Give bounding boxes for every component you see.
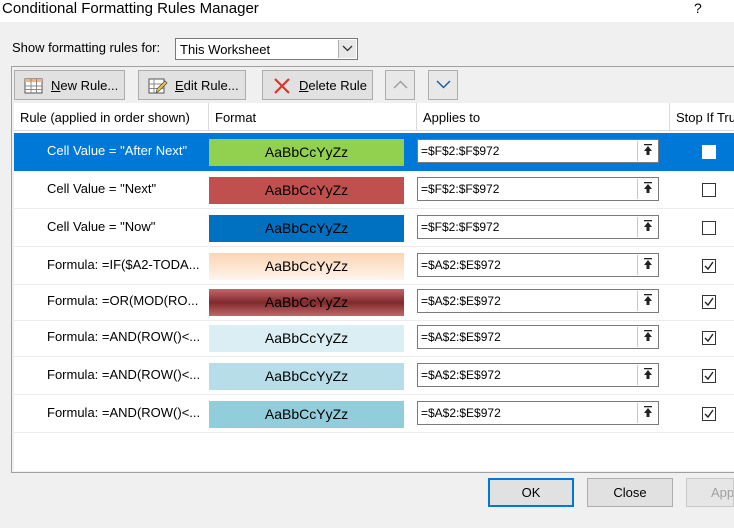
stop-if-true-checkbox[interactable] (702, 295, 716, 309)
checkmark-icon (704, 371, 714, 381)
applies-to-field[interactable]: =$A$2:$E$972 (417, 253, 659, 277)
applies-to-value: =$A$2:$E$972 (421, 368, 501, 382)
rule-description: Formula: =AND(ROW()<... (47, 329, 201, 344)
applies-to-field[interactable]: =$A$2:$E$972 (417, 289, 659, 313)
range-collapse-button[interactable] (637, 141, 657, 161)
chevron-up-icon (393, 80, 408, 89)
stop-if-true-checkbox[interactable] (702, 221, 716, 235)
collapse-dialog-icon (644, 182, 652, 193)
stop-if-true-checkbox[interactable] (702, 331, 716, 345)
chevron-down-icon (436, 80, 451, 89)
applies-to-field[interactable]: =$A$2:$E$972 (417, 401, 659, 425)
collapse-dialog-icon (644, 368, 652, 379)
column-header-stop-if-true[interactable]: Stop If True (670, 103, 734, 130)
collapse-dialog-icon (644, 220, 652, 231)
column-header-applies-to[interactable]: Applies to (417, 103, 670, 130)
rule-description: Formula: =IF($A2-TODA... (47, 257, 200, 272)
move-up-button[interactable] (385, 70, 415, 100)
collapse-dialog-icon (644, 330, 652, 341)
ok-button[interactable]: OK (488, 478, 574, 507)
collapse-dialog-icon (644, 406, 652, 417)
apply-button[interactable]: Apply (686, 478, 734, 507)
rule-description: Formula: =OR(MOD(RO... (47, 293, 199, 308)
range-collapse-button[interactable] (637, 291, 657, 311)
format-preview: AaBbCcYyZz (209, 325, 404, 352)
stop-if-true-checkbox[interactable] (702, 259, 716, 273)
checkmark-icon (704, 333, 714, 343)
stop-if-true-checkbox[interactable] (702, 145, 716, 159)
applies-to-value: =$A$2:$E$972 (421, 406, 501, 420)
stop-if-true-checkbox[interactable] (702, 407, 716, 421)
applies-to-field[interactable]: =$F$2:$F$972 (417, 215, 659, 239)
rule-row[interactable]: Formula: =AND(ROW()<... AaBbCcYyZz =$A$2:$… (14, 395, 734, 433)
move-down-button[interactable] (428, 70, 458, 100)
title-bar: Conditional Formatting Rules Manager ? (0, 0, 734, 22)
rule-row[interactable]: Formula: =AND(ROW()<... AaBbCcYyZz =$A$2:$… (14, 319, 734, 357)
checkmark-icon (704, 409, 714, 419)
applies-to-field[interactable]: =$F$2:$F$972 (417, 139, 659, 163)
collapse-dialog-icon (644, 294, 652, 305)
new-rule-label: New Rule... (51, 78, 119, 93)
range-collapse-button[interactable] (637, 217, 657, 237)
stop-if-true-checkbox[interactable] (702, 369, 716, 383)
format-preview: AaBbCcYyZz (209, 363, 404, 390)
help-button[interactable]: ? (694, 0, 702, 16)
format-preview: AaBbCcYyZz (209, 139, 404, 166)
applies-to-value: =$F$2:$F$972 (421, 144, 500, 158)
format-preview: AaBbCcYyZz (209, 289, 404, 316)
show-rules-value: This Worksheet (180, 42, 271, 57)
applies-to-value: =$F$2:$F$972 (421, 220, 500, 234)
applies-to-value: =$F$2:$F$972 (421, 182, 500, 196)
collapse-dialog-icon (644, 144, 652, 155)
format-preview: AaBbCcYyZz (209, 177, 404, 204)
edit-rule-button[interactable]: Edit Rule... (138, 70, 246, 100)
rule-description: Formula: =AND(ROW()<... (47, 367, 201, 382)
window-title: Conditional Formatting Rules Manager (2, 0, 259, 17)
rules-grid: Rule (applied in order shown) Format App… (14, 103, 734, 471)
show-rules-dropdown[interactable]: This Worksheet (175, 38, 358, 60)
delete-x-icon (274, 78, 290, 94)
dropdown-arrow-button[interactable] (338, 40, 356, 58)
stop-if-true-checkbox[interactable] (702, 183, 716, 197)
range-collapse-button[interactable] (637, 365, 657, 385)
rule-row[interactable]: Cell Value = "Next" AaBbCcYyZz =$F$2:$F$97… (14, 171, 734, 209)
delete-rule-button[interactable]: Delete Rule (262, 70, 373, 100)
close-button[interactable]: Close (587, 478, 673, 507)
rule-description: Cell Value = "Next" (47, 181, 157, 196)
applies-to-value: =$A$2:$E$972 (421, 294, 501, 308)
rule-row[interactable]: Formula: =IF($A2-TODA... AaBbCcYyZz =$A$2:… (14, 247, 734, 285)
edit-rule-label: Edit Rule... (175, 78, 239, 93)
range-collapse-button[interactable] (637, 403, 657, 423)
checkmark-icon (704, 297, 714, 307)
show-rules-label: Show formatting rules for: (12, 40, 161, 55)
column-header-format[interactable]: Format (209, 103, 417, 130)
new-rule-icon (24, 78, 43, 94)
rule-row[interactable]: Formula: =AND(ROW()<... AaBbCcYyZz =$A$2:$… (14, 357, 734, 395)
rule-description: Formula: =AND(ROW()<... (47, 405, 201, 420)
delete-rule-label: Delete Rule (299, 78, 367, 93)
format-preview: AaBbCcYyZz (209, 253, 404, 280)
range-collapse-button[interactable] (637, 179, 657, 199)
applies-to-field[interactable]: =$F$2:$F$972 (417, 177, 659, 201)
applies-to-field[interactable]: =$A$2:$E$972 (417, 325, 659, 349)
rule-description: Cell Value = "After Next" (47, 143, 188, 158)
checkmark-icon (704, 261, 714, 271)
rule-row[interactable]: Formula: =OR(MOD(RO... AaBbCcYyZz =$A$2:$E… (14, 283, 734, 321)
column-header-rule[interactable]: Rule (applied in order shown) (14, 103, 209, 130)
rule-description: Cell Value = "Now" (47, 219, 156, 234)
applies-to-field[interactable]: =$A$2:$E$972 (417, 363, 659, 387)
grid-header: Rule (applied in order shown) Format App… (14, 103, 734, 131)
format-preview: AaBbCcYyZz (209, 215, 404, 242)
range-collapse-button[interactable] (637, 327, 657, 347)
chevron-down-icon (342, 45, 353, 52)
new-rule-button[interactable]: New Rule... (14, 70, 125, 100)
range-collapse-button[interactable] (637, 255, 657, 275)
edit-rule-icon (148, 78, 168, 94)
rule-row[interactable]: Cell Value = "After Next" AaBbCcYyZz =$F$2… (14, 133, 734, 171)
format-preview: AaBbCcYyZz (209, 401, 404, 428)
applies-to-value: =$A$2:$E$972 (421, 330, 501, 344)
collapse-dialog-icon (644, 258, 652, 269)
applies-to-value: =$A$2:$E$972 (421, 258, 501, 272)
rule-row[interactable]: Cell Value = "Now" AaBbCcYyZz =$F$2:$F$972 (14, 209, 734, 247)
